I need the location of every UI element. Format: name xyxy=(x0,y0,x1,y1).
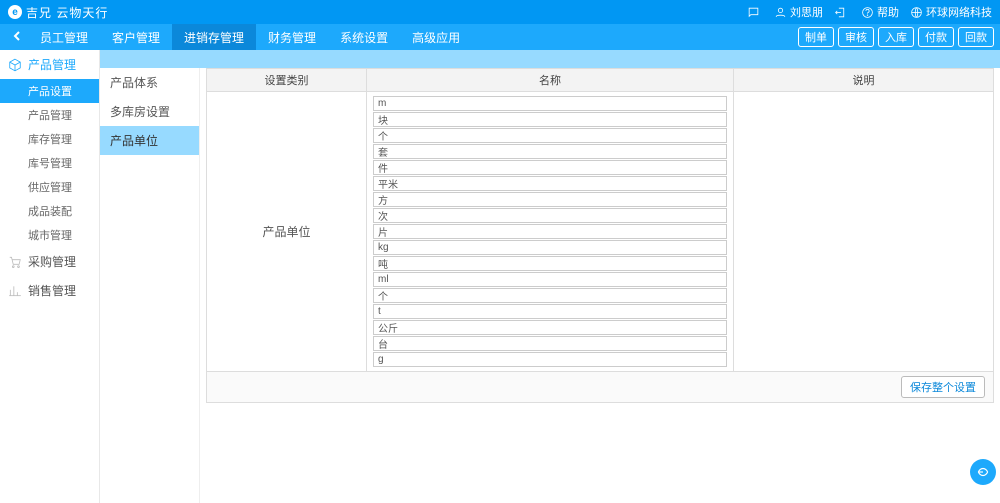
nav-pill-4[interactable]: 回款 xyxy=(958,27,994,47)
unit-input-11[interactable] xyxy=(373,272,727,287)
sidebar-sub-0-1[interactable]: 产品管理 xyxy=(0,103,99,127)
unit-input-1[interactable] xyxy=(373,112,727,127)
nav-tab-4[interactable]: 系统设置 xyxy=(328,24,400,50)
main-panel: 设置类别 名称 说明 产品单位 保存整个设置 xyxy=(200,68,1000,503)
subside-item-0[interactable]: 产品体系 xyxy=(100,68,199,97)
unit-input-5[interactable] xyxy=(373,176,727,191)
nav-tab-5[interactable]: 高级应用 xyxy=(400,24,472,50)
unit-input-8[interactable] xyxy=(373,224,727,239)
chat-icon[interactable] xyxy=(746,5,763,19)
sidebar-group-label: 销售管理 xyxy=(28,282,76,299)
col-header-name: 名称 xyxy=(367,69,734,92)
app-brand: 吉兄 云物天行 xyxy=(26,4,108,21)
content-area: 产品体系多库房设置产品单位 设置类别 名称 说明 产品单位 xyxy=(100,50,1000,503)
user-name: 刘思朋 xyxy=(790,4,823,20)
help-label: 帮助 xyxy=(877,4,899,20)
nav-tab-2[interactable]: 进销存管理 xyxy=(172,24,256,50)
company-label: 环球网络科技 xyxy=(926,4,992,20)
unit-input-0[interactable] xyxy=(373,96,727,111)
company-button[interactable]: 环球网络科技 xyxy=(909,4,992,20)
unit-input-12[interactable] xyxy=(373,288,727,303)
unit-input-15[interactable] xyxy=(373,336,727,351)
nav-pill-2[interactable]: 入库 xyxy=(878,27,914,47)
sidebar-sub-0-6[interactable]: 城市管理 xyxy=(0,223,99,247)
sidebar-group-label: 采购管理 xyxy=(28,253,76,270)
main-nav: 员工管理客户管理进销存管理财务管理系统设置高级应用 制单审核入库付款回款 xyxy=(0,24,1000,50)
subside-item-2[interactable]: 产品单位 xyxy=(100,126,199,155)
units-cell xyxy=(367,92,734,372)
user-menu[interactable]: 刘思朋 xyxy=(773,4,823,20)
sidebar-group-1[interactable]: 采购管理 xyxy=(0,247,99,276)
globe-icon xyxy=(909,5,923,19)
nav-tab-3[interactable]: 财务管理 xyxy=(256,24,328,50)
col-header-category: 设置类别 xyxy=(207,69,367,92)
sidebar-group-0[interactable]: 产品管理 xyxy=(0,50,99,79)
left-sidebar: 产品管理产品设置产品管理库存管理库号管理供应管理成品装配城市管理采购管理销售管理 xyxy=(0,50,100,503)
sub-sidebar: 产品体系多库房设置产品单位 xyxy=(100,68,200,503)
unit-input-10[interactable] xyxy=(373,256,727,271)
unit-input-7[interactable] xyxy=(373,208,727,223)
float-action-button[interactable] xyxy=(970,459,996,485)
app-header: e 吉兄 云物天行 刘思朋 帮助 环球网络科技 xyxy=(0,0,1000,24)
nav-tab-0[interactable]: 员工管理 xyxy=(28,24,100,50)
unit-input-16[interactable] xyxy=(373,352,727,367)
sidebar-group-2[interactable]: 销售管理 xyxy=(0,276,99,305)
nav-back-button[interactable] xyxy=(6,30,28,44)
sidebar-group-label: 产品管理 xyxy=(28,56,76,73)
unit-input-4[interactable] xyxy=(373,160,727,175)
app-logo-icon: e xyxy=(8,5,22,19)
unit-input-9[interactable] xyxy=(373,240,727,255)
help-button[interactable]: 帮助 xyxy=(860,4,899,20)
nav-pill-1[interactable]: 审核 xyxy=(838,27,874,47)
cube-icon xyxy=(8,58,22,72)
desc-cell xyxy=(734,92,994,372)
unit-input-14[interactable] xyxy=(373,320,727,335)
sidebar-sub-0-2[interactable]: 库存管理 xyxy=(0,127,99,151)
help-icon xyxy=(860,5,874,19)
logout-icon xyxy=(833,5,847,19)
table-footer: 保存整个设置 xyxy=(206,372,994,403)
subside-item-1[interactable]: 多库房设置 xyxy=(100,97,199,126)
logout-button[interactable] xyxy=(833,5,850,19)
row-label-cell: 产品单位 xyxy=(207,92,367,372)
settings-table: 设置类别 名称 说明 产品单位 xyxy=(206,68,994,372)
unit-input-2[interactable] xyxy=(373,128,727,143)
sidebar-sub-0-4[interactable]: 供应管理 xyxy=(0,175,99,199)
sidebar-sub-0-5[interactable]: 成品装配 xyxy=(0,199,99,223)
unit-input-13[interactable] xyxy=(373,304,727,319)
chart-icon xyxy=(8,284,22,298)
unit-input-6[interactable] xyxy=(373,192,727,207)
sidebar-sub-0-0[interactable]: 产品设置 xyxy=(0,79,99,103)
content-accent-bar xyxy=(100,50,1000,68)
sidebar-sub-0-3[interactable]: 库号管理 xyxy=(0,151,99,175)
nav-tab-1[interactable]: 客户管理 xyxy=(100,24,172,50)
nav-pill-0[interactable]: 制单 xyxy=(798,27,834,47)
user-icon xyxy=(773,5,787,19)
col-header-desc: 说明 xyxy=(734,69,994,92)
save-all-button[interactable]: 保存整个设置 xyxy=(901,376,985,398)
nav-pill-3[interactable]: 付款 xyxy=(918,27,954,47)
unit-input-3[interactable] xyxy=(373,144,727,159)
cart-icon xyxy=(8,255,22,269)
